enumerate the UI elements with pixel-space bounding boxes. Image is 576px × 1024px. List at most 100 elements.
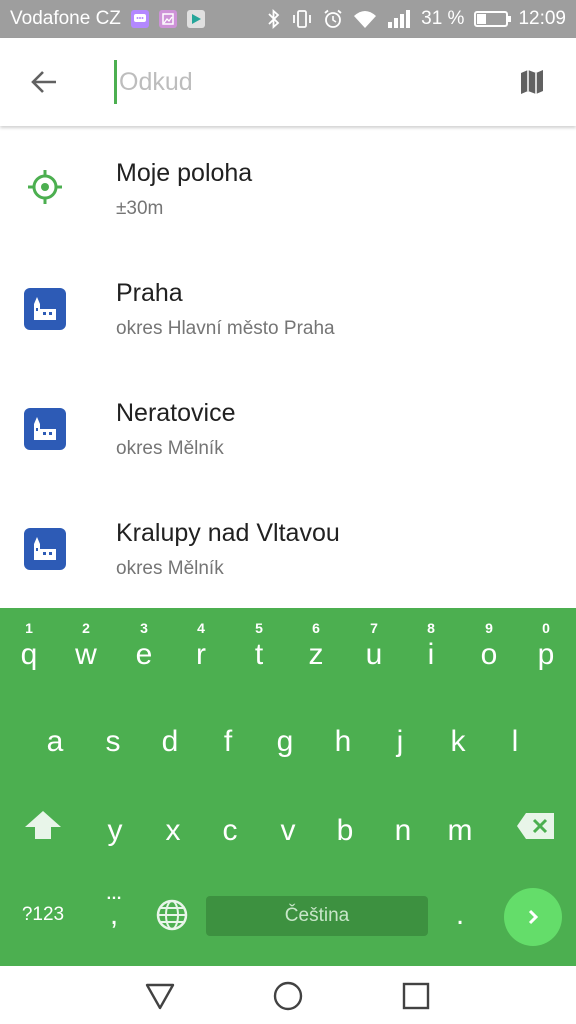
navigation-bar xyxy=(0,966,576,1024)
messenger-icon xyxy=(130,10,149,28)
key-r[interactable]: 4r xyxy=(173,608,229,688)
key-label: g xyxy=(276,725,294,758)
key-label: t xyxy=(254,638,264,671)
recents-square-icon xyxy=(402,982,430,1010)
key-t[interactable]: 5t xyxy=(231,608,287,688)
key-k[interactable]: k xyxy=(430,725,486,775)
key-p[interactable]: 0p xyxy=(518,608,574,688)
key-m[interactable]: m xyxy=(432,814,488,864)
key-b[interactable]: b xyxy=(317,814,373,864)
city-icon xyxy=(24,528,66,570)
key-o[interactable]: 9o xyxy=(461,608,517,688)
nav-back-button[interactable] xyxy=(142,978,178,1014)
key-label: , xyxy=(109,898,119,931)
result-title: Kralupy nad Vltavou xyxy=(116,519,340,547)
arrow-back-icon xyxy=(31,71,56,93)
result-kralupy[interactable]: Kralupy nad Vltavou okres Mělník xyxy=(0,486,576,606)
key-d[interactable]: d xyxy=(142,725,198,775)
comma-key[interactable]: … , xyxy=(94,884,134,940)
key-label: e xyxy=(135,638,153,671)
language-key[interactable] xyxy=(154,898,190,934)
key-f[interactable]: f xyxy=(200,725,256,775)
key-label: j xyxy=(396,725,404,758)
key-label: w xyxy=(75,638,97,671)
result-my-location[interactable]: Moje poloha ±30m xyxy=(0,126,576,246)
city-icon xyxy=(24,288,66,330)
city-icon xyxy=(24,408,66,450)
key-q[interactable]: 1q xyxy=(1,608,57,688)
key-i[interactable]: 8i xyxy=(403,608,459,688)
key-label: x xyxy=(165,814,181,847)
key-hint: 1 xyxy=(25,620,33,636)
vibrate-icon xyxy=(291,9,313,29)
battery-icon xyxy=(474,11,512,27)
key-label: b xyxy=(336,814,354,847)
shift-key[interactable] xyxy=(15,805,71,855)
key-j[interactable]: j xyxy=(372,725,428,775)
key-n[interactable]: n xyxy=(375,814,431,864)
backspace-icon xyxy=(517,813,554,839)
results-list: Moje poloha ±30m Praha okres Hlavní měst… xyxy=(0,126,576,608)
key-hint: 9 xyxy=(485,620,493,636)
result-subtitle: okres Mělník xyxy=(116,558,224,579)
key-h[interactable]: h xyxy=(315,725,371,775)
keyboard: 1q 2w 3e 4r 5t 6z 7u 8i 9o 0p a s d f g … xyxy=(0,608,576,966)
key-hint: 5 xyxy=(255,620,263,636)
result-praha[interactable]: Praha okres Hlavní město Praha xyxy=(0,246,576,366)
map-button[interactable] xyxy=(514,64,550,100)
result-title: Moje poloha xyxy=(116,159,253,187)
key-w[interactable]: 2w xyxy=(58,608,114,688)
shift-icon xyxy=(25,811,61,839)
key-label: i xyxy=(427,638,435,671)
key-label: r xyxy=(196,638,206,671)
key-label: l xyxy=(511,725,519,758)
key-z[interactable]: 6z xyxy=(288,608,344,688)
result-neratovice[interactable]: Neratovice okres Mělník xyxy=(0,366,576,486)
key-c[interactable]: c xyxy=(202,814,258,864)
battery-percent: 31 % xyxy=(421,8,465,29)
key-e[interactable]: 3e xyxy=(116,608,172,688)
key-y[interactable]: y xyxy=(87,814,143,864)
result-title: Praha xyxy=(116,279,183,307)
symbols-key[interactable]: ?123 xyxy=(10,904,76,934)
key-label: a xyxy=(46,725,64,758)
key-hint: 7 xyxy=(370,620,378,636)
space-bar[interactable]: Čeština xyxy=(206,896,428,936)
key-label: q xyxy=(20,638,38,671)
key-x[interactable]: x xyxy=(145,814,201,864)
status-time: 12:09 xyxy=(518,8,566,29)
key-label: n xyxy=(394,814,412,847)
back-button[interactable] xyxy=(24,64,64,100)
key-hint: 0 xyxy=(542,620,550,636)
back-triangle-icon xyxy=(145,983,175,1010)
key-label: y xyxy=(107,814,123,847)
nav-home-button[interactable] xyxy=(270,978,306,1014)
map-icon xyxy=(521,70,543,94)
key-g[interactable]: g xyxy=(257,725,313,775)
key-hint: 8 xyxy=(427,620,435,636)
result-subtitle: okres Mělník xyxy=(116,438,224,459)
result-subtitle: okres Hlavní město Praha xyxy=(116,318,335,339)
period-key[interactable]: . xyxy=(442,898,478,938)
key-s[interactable]: s xyxy=(85,725,141,775)
enter-key[interactable] xyxy=(504,888,562,946)
key-l[interactable]: l xyxy=(487,725,543,775)
key-label: m xyxy=(447,814,473,847)
key-u[interactable]: 7u xyxy=(346,608,402,688)
from-search-input[interactable] xyxy=(114,60,474,104)
key-v[interactable]: v xyxy=(260,814,316,864)
key-label: c xyxy=(222,814,238,847)
backspace-key[interactable] xyxy=(508,805,564,855)
key-label: z xyxy=(308,638,324,671)
key-a[interactable]: a xyxy=(27,725,83,775)
status-bar: Vodafone CZ 31 % 12:09 xyxy=(0,0,576,38)
globe-icon xyxy=(156,899,188,931)
signal-icon xyxy=(387,9,411,29)
gallery-icon xyxy=(158,10,177,28)
nav-recents-button[interactable] xyxy=(398,978,434,1014)
key-label: k xyxy=(450,725,466,758)
play-store-icon xyxy=(186,10,205,28)
wifi-icon xyxy=(353,9,377,29)
key-label: d xyxy=(161,725,179,758)
result-title: Neratovice xyxy=(116,399,236,427)
